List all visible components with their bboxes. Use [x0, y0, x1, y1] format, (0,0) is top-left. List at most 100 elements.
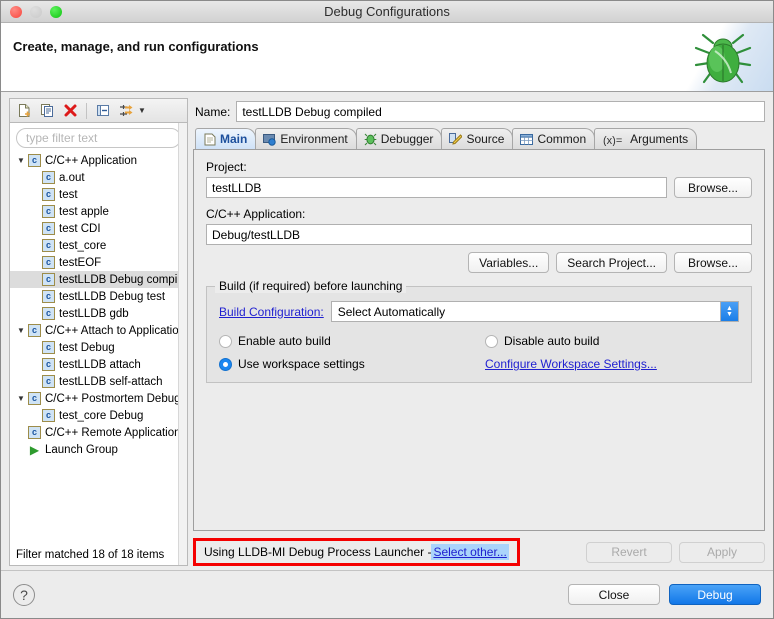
environment-icon	[263, 133, 277, 146]
minimize-window-button[interactable]	[30, 5, 42, 18]
tree-item-label: testEOF	[59, 256, 102, 269]
chevron-down-icon[interactable]: ▼	[14, 156, 28, 165]
c-file-icon: c	[42, 409, 55, 422]
tree-item[interactable]: c testLLDB gdb	[10, 305, 187, 322]
configurations-tree[interactable]: ▼ c C/C++ Application c a.out c test c test appl…	[10, 151, 187, 545]
c-file-icon: c	[42, 222, 55, 235]
application-button-browse[interactable]: Browse...	[674, 252, 752, 273]
radio-button-icon[interactable]	[485, 334, 498, 348]
collapse-all-icon[interactable]	[93, 101, 113, 121]
tree-item[interactable]: c testEOF	[10, 254, 187, 271]
c-file-icon: c	[42, 341, 55, 354]
footer-buttons: Close Debug	[568, 584, 761, 605]
maximize-window-button[interactable]	[50, 5, 62, 18]
tab-arguments[interactable]: (x)= Arguments	[594, 128, 698, 149]
tree-item[interactable]: c test_core	[10, 237, 187, 254]
c-file-icon: c	[42, 375, 55, 388]
filter-arrow-icon[interactable]	[116, 101, 136, 121]
filter-input-wrapper[interactable]: type filter text	[16, 128, 181, 148]
radio-button-selected-icon[interactable]	[219, 357, 232, 371]
configurations-tree-container: type filter text ▼ c C/C++ Application c a.o…	[9, 122, 188, 566]
banner-artwork	[677, 23, 773, 91]
tree-item-label: C/C++ Remote Application	[45, 426, 181, 439]
c-file-icon: c	[42, 290, 55, 303]
question-mark-icon[interactable]: ?	[13, 583, 35, 606]
tree-item[interactable]: c test	[10, 186, 187, 203]
close-button[interactable]: Close	[568, 584, 660, 605]
radio-disable-auto-build-label: Disable auto build	[504, 334, 600, 348]
configure-workspace-settings[interactable]: Configure Workspace Settings...	[485, 357, 657, 371]
tree-item[interactable]: c testLLDB attach	[10, 356, 187, 373]
chevron-down-icon[interactable]: ▼	[14, 326, 28, 335]
c-file-icon: c	[28, 154, 41, 167]
tab-label: Common	[537, 132, 587, 146]
debug-button[interactable]: Debug	[669, 584, 761, 605]
build-configuration-link[interactable]: Build Configuration:	[219, 305, 324, 319]
tree-item[interactable]: c a.out	[10, 169, 187, 186]
application-input[interactable]: Debug/testLLDB	[206, 224, 752, 245]
c-file-icon: c	[42, 358, 55, 371]
build-group-title: Build (if required) before launching	[215, 279, 407, 293]
tree-item[interactable]: c C/C++ Remote Application	[10, 424, 187, 441]
chevron-down-icon[interactable]: ▼	[138, 106, 146, 115]
radio-row-1: Enable auto build Disable auto build	[219, 334, 739, 348]
tree-vertical-scrollbar[interactable]	[178, 123, 187, 565]
tree-item[interactable]: c test apple	[10, 203, 187, 220]
filter-status-label: Filter matched 18 of 18 items	[10, 545, 187, 565]
application-button-variables[interactable]: Variables...	[468, 252, 550, 273]
tab-label: Arguments	[630, 132, 689, 146]
build-configuration-select[interactable]: Select Automatically ▲ ▼	[330, 301, 739, 322]
tab-label: Main	[220, 132, 248, 146]
tab-environment[interactable]: Environment	[255, 128, 357, 149]
configure-workspace-settings-link[interactable]: Configure Workspace Settings...	[485, 357, 657, 371]
tree-item[interactable]: ▶ Launch Group	[10, 441, 187, 458]
close-window-button[interactable]	[10, 5, 22, 18]
tree-item[interactable]: ▼ c C/C++ Postmortem Debugger	[10, 390, 187, 407]
radio-use-workspace-settings[interactable]: Use workspace settings	[219, 357, 485, 371]
variable-icon: (x)=	[602, 133, 626, 146]
filter-input[interactable]: type filter text	[26, 131, 97, 145]
red-x-icon[interactable]	[60, 101, 80, 121]
radio-enable-auto-build[interactable]: Enable auto build	[219, 334, 485, 348]
tab-source[interactable]: Source	[441, 128, 514, 149]
tab-common[interactable]: Common	[512, 128, 596, 149]
build-radio-group: Enable auto build Disable auto build Use…	[219, 334, 739, 371]
stepper-icon[interactable]: ▲ ▼	[720, 302, 738, 321]
page-title: Create, manage, and run configurations	[13, 39, 259, 54]
dialog-footer: ? Close Debug	[1, 570, 773, 618]
window-title: Debug Configurations	[324, 4, 450, 19]
tab-main[interactable]: Main	[195, 128, 257, 149]
tree-item[interactable]: c test_core Debug	[10, 407, 187, 424]
launcher-row: Using LLDB-MI Debug Process Launcher - S…	[193, 538, 765, 566]
build-configuration-row: Build Configuration: Select Automaticall…	[219, 301, 739, 322]
select-other-launcher-link[interactable]: Select other...	[431, 544, 509, 560]
revert-button[interactable]: Revert	[586, 541, 672, 563]
application-button-searchproject[interactable]: Search Project...	[556, 252, 667, 273]
main-tab-pane: Project: testLLDB Browse... C/C++ Applic…	[193, 150, 765, 531]
tree-item[interactable]: ▼ c C/C++ Application	[10, 152, 187, 169]
name-input[interactable]: testLLDB Debug compiled	[236, 101, 765, 122]
tree-item-label: testLLDB gdb	[59, 307, 129, 320]
radio-disable-auto-build[interactable]: Disable auto build	[485, 334, 599, 348]
tree-item[interactable]: ▼ c C/C++ Attach to Application	[10, 322, 187, 339]
tree-item[interactable]: c testLLDB self-attach	[10, 373, 187, 390]
tree-item-label: test_core	[59, 239, 107, 252]
tab-debugger[interactable]: Debugger	[355, 128, 443, 149]
tree-item-label: Launch Group	[45, 443, 118, 456]
name-label: Name:	[195, 104, 231, 119]
new-document-icon[interactable]	[14, 101, 34, 121]
tree-item[interactable]: c test Debug	[10, 339, 187, 356]
radio-button-icon[interactable]	[219, 334, 232, 348]
c-file-icon: c	[42, 205, 55, 218]
copy-document-icon[interactable]	[37, 101, 57, 121]
project-input[interactable]: testLLDB	[206, 177, 667, 198]
apply-button[interactable]: Apply	[679, 541, 765, 563]
tree-item[interactable]: c testLLDB Debug compiled	[10, 271, 187, 288]
project-browse-button[interactable]: Browse...	[674, 177, 752, 198]
tree-item-label: C/C++ Application	[45, 154, 138, 167]
chevron-down-icon[interactable]: ▼	[14, 394, 28, 403]
tree-item-label: test	[59, 188, 78, 201]
debug-configurations-window: Debug Configurations Create, manage, and…	[0, 0, 774, 619]
tree-item[interactable]: c test CDI	[10, 220, 187, 237]
tree-item[interactable]: c testLLDB Debug test	[10, 288, 187, 305]
